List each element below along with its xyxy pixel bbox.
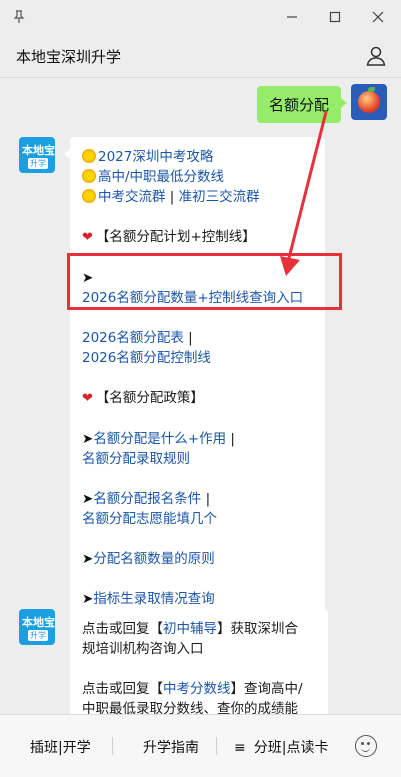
link-exam-group[interactable]: 中考交流群 — [98, 189, 166, 205]
section-title: 【名额分配政策】 — [95, 390, 204, 406]
outgoing-bubble: 名额分配 — [256, 86, 348, 123]
window-titlebar — [0, 0, 401, 34]
page-title: 本地宝深圳升学 — [16, 48, 122, 66]
arrow-icon: ➤ — [82, 551, 94, 567]
link-quota-control-line[interactable]: 2026名额分配控制线 — [82, 350, 211, 366]
minimize-icon[interactable] — [281, 6, 303, 28]
link-quota-table[interactable]: 2026名额分配表 — [82, 330, 184, 346]
menu-transfer-school[interactable]: 插班|开学 — [30, 737, 91, 757]
apple-icon — [358, 91, 380, 113]
arrow-icon: ➤ — [82, 431, 94, 447]
chat-area[interactable]: 名额分配 本地宝 升学 2027深圳中考攻略 高中/中职最低分数线 中考交流群 … — [0, 78, 401, 714]
heart-icon: ❤ — [82, 391, 93, 406]
divider — [216, 737, 217, 755]
outgoing-message: 名额分配 — [256, 84, 387, 123]
link-quota-what[interactable]: 名额分配是什么+作用 — [93, 431, 226, 447]
menu-class-assignment[interactable]: ≡ 分班|点读卡 — [234, 737, 328, 757]
link-quota-rules[interactable]: 名额分配录取规则 — [82, 451, 190, 467]
menu-admission-guide[interactable]: 升学指南 — [143, 737, 199, 757]
link-strategy[interactable]: 2027深圳中考攻略 — [98, 149, 213, 165]
sun-icon — [82, 149, 96, 163]
bot-message-info: 点击或回复【初中辅导】获取深圳合 规培训机构咨询入口 点击或回复【中考分数线】查… — [70, 609, 328, 714]
chat-header: 本地宝深圳升学 — [0, 34, 401, 78]
list-icon: ≡ — [234, 740, 246, 756]
bottom-menu: 插班|开学 升学指南 ≡ 分班|点读卡 — [0, 714, 401, 777]
link-grade9-group[interactable]: 准初三交流群 — [179, 189, 260, 205]
link-admission-query[interactable]: 指标生录取情况查询 — [93, 591, 215, 607]
link-quota-principle[interactable]: 分配名额数量的原则 — [93, 551, 215, 567]
link-quota-choices[interactable]: 名额分配志愿能填几个 — [82, 511, 217, 527]
link-score-lines[interactable]: 中考分数线 — [163, 681, 231, 697]
divider — [112, 737, 113, 755]
user-icon[interactable] — [365, 45, 387, 67]
heart-icon: ❤ — [82, 230, 93, 245]
avatar[interactable] — [351, 84, 387, 120]
section-title: 【名额分配计划+控制线】 — [95, 229, 256, 245]
maximize-icon[interactable] — [324, 6, 346, 28]
arrow-icon: ➤ — [82, 491, 94, 507]
bot-message-menu: 2027深圳中考攻略 高中/中职最低分数线 中考交流群 | 准初三交流群 ❤ 【名… — [64, 137, 325, 619]
link-score-line[interactable]: 高中/中职最低分数线 — [98, 169, 224, 185]
emoji-icon[interactable] — [355, 735, 377, 757]
sun-icon — [82, 189, 96, 203]
sun-icon — [82, 169, 96, 183]
link-tutoring[interactable]: 初中辅导 — [163, 621, 217, 637]
pin-icon[interactable] — [8, 6, 30, 28]
link-quota-conditions[interactable]: 名额分配报名条件 — [93, 491, 201, 507]
arrow-icon: ➤ — [82, 591, 94, 607]
highlight-box — [67, 253, 342, 310]
close-icon[interactable] — [367, 6, 389, 28]
bot-avatar[interactable]: 本地宝 升学 — [19, 137, 55, 173]
bot-avatar[interactable]: 本地宝 升学 — [19, 609, 55, 645]
